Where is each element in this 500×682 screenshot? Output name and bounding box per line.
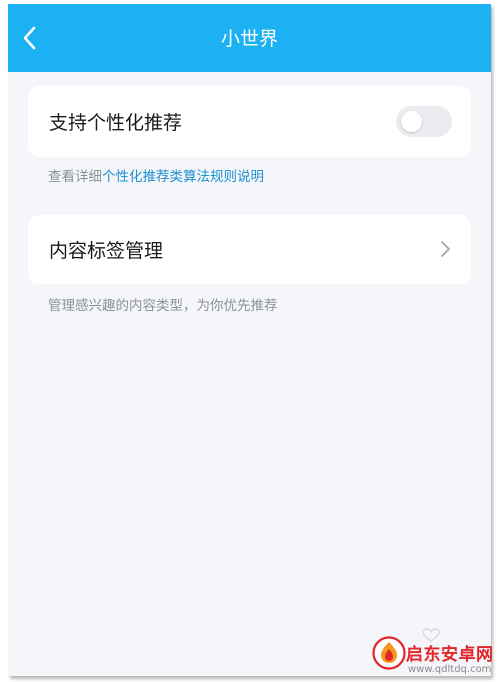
content-tag-management-label: 内容标签管理 <box>49 240 164 262</box>
page-title: 小世界 <box>220 28 278 50</box>
site-watermark: 启东安卓网 www.qdltdq.com <box>372 634 500 682</box>
nav-header: 小世界 <box>8 4 491 72</box>
personalized-recommendation-row: 支持个性化推荐 <box>28 86 471 157</box>
algorithm-rules-link[interactable]: 个性化推荐类算法规则说明 <box>102 169 264 185</box>
personalized-hint-prefix: 查看详细 <box>48 169 102 185</box>
app-screen: 小世界 支持个性化推荐 查看详细个性化推荐类算法规则说明 内容标签管理 管理感兴… <box>8 4 491 676</box>
chevron-right-icon <box>441 241 450 257</box>
watermark-url: www.qdltdq.com <box>408 664 492 675</box>
back-button[interactable] <box>14 22 46 54</box>
watermark-logo-icon <box>372 636 406 670</box>
chevron-left-icon <box>23 26 36 50</box>
content-tag-hint: 管理感兴趣的内容类型，为你优先推荐 <box>48 298 278 314</box>
content-tag-management-row[interactable]: 内容标签管理 <box>28 215 471 284</box>
watermark-name: 启东安卓网 <box>406 645 494 665</box>
personalized-recommendation-toggle[interactable] <box>396 106 452 137</box>
personalized-recommendation-label: 支持个性化推荐 <box>49 112 183 134</box>
personalized-hint: 查看详细个性化推荐类算法规则说明 <box>48 165 264 185</box>
toggle-knob <box>401 111 422 132</box>
